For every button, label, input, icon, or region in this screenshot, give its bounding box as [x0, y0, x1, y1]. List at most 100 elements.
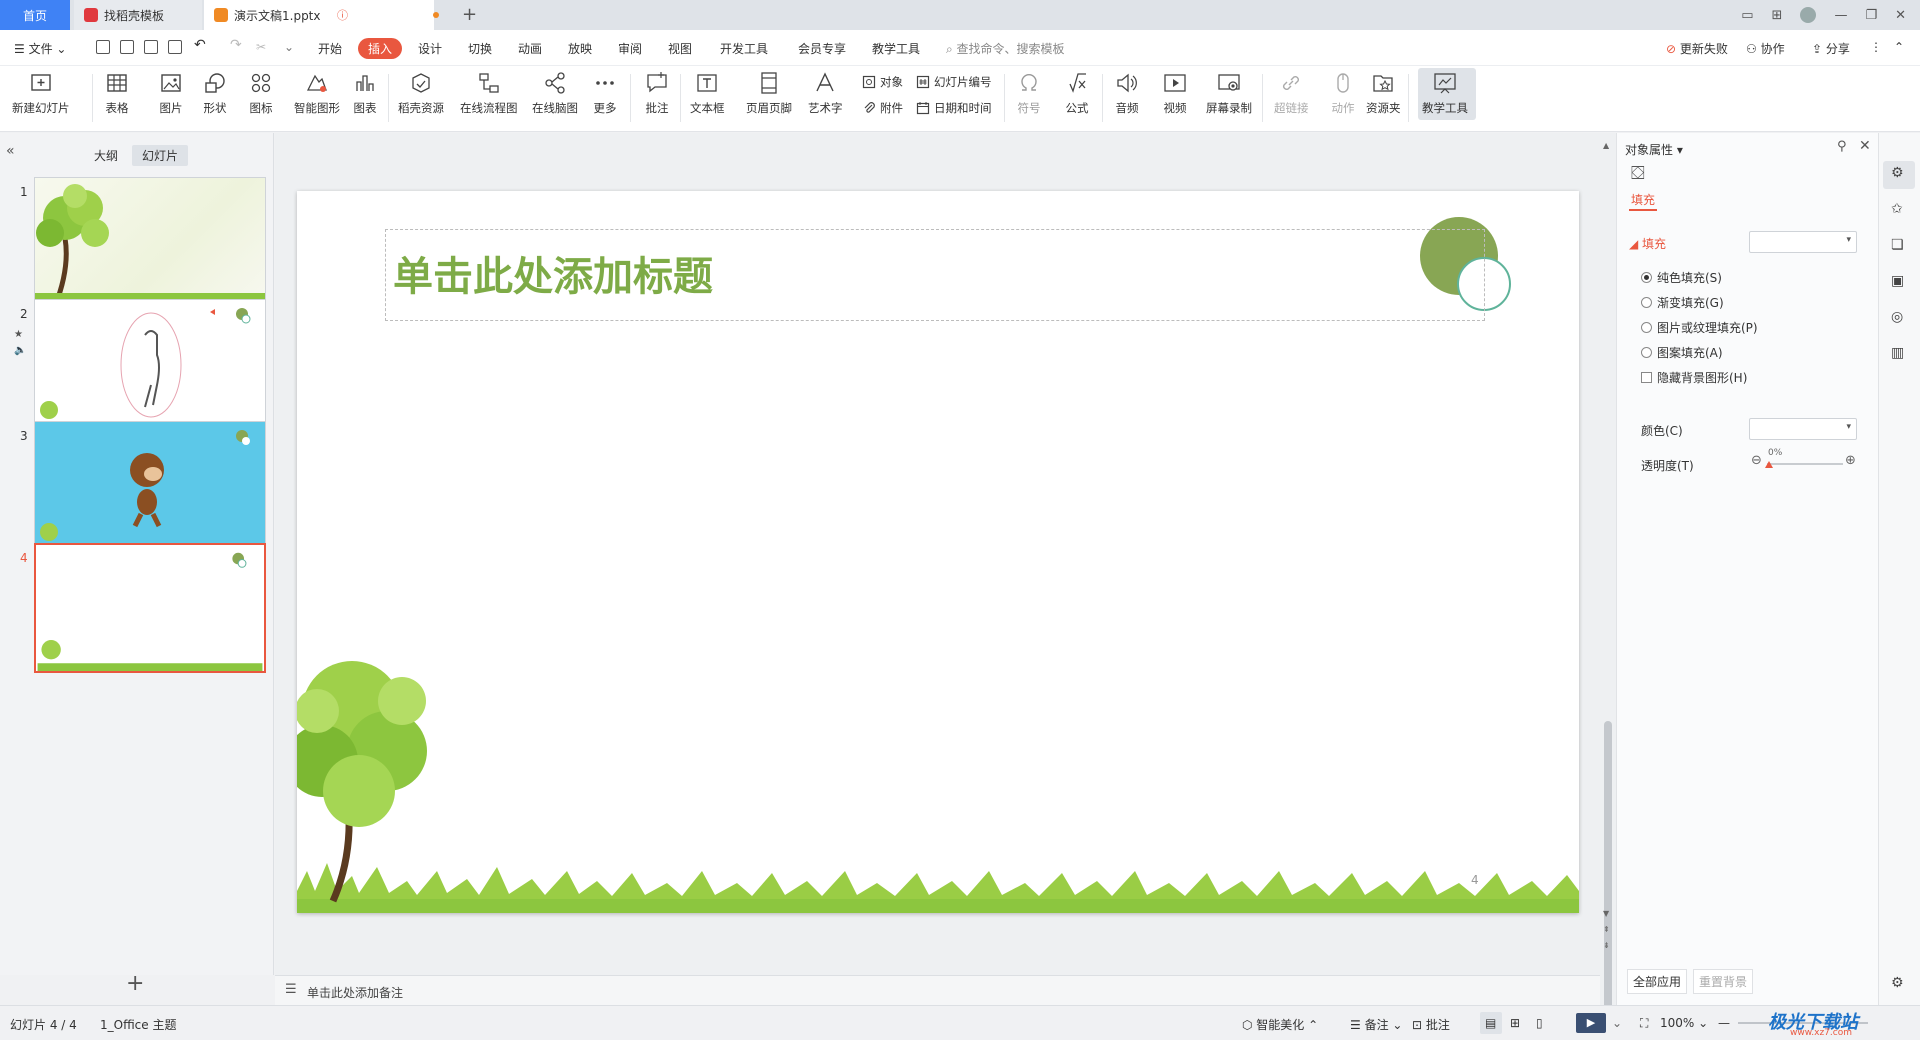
fill-type-dropdown[interactable]	[1749, 231, 1857, 253]
slide-thumbnail-4[interactable]	[34, 543, 266, 673]
vertical-scrollbar[interactable]: ▲ ▼ ⇞ ⇟	[1600, 133, 1616, 1013]
tab-document[interactable]: 演示文稿1.pptx ⓘ	[204, 0, 434, 30]
resource-folder-button[interactable]: 资源夹	[1366, 70, 1401, 116]
hyperlink-button[interactable]: 超链接	[1274, 70, 1309, 116]
transparency-slider[interactable]	[1767, 463, 1843, 465]
menu-member[interactable]: 会员专享	[798, 40, 846, 57]
slide-thumbnail-3[interactable]	[34, 421, 266, 551]
transition-icon[interactable]: ❏	[1891, 237, 1904, 253]
solid-fill-radio[interactable]: 纯色填充(S)	[1641, 269, 1722, 286]
picture-button[interactable]: 图片	[158, 70, 184, 116]
collapse-panel-icon[interactable]: «	[6, 143, 15, 159]
save-as-icon[interactable]	[120, 40, 134, 54]
book-icon[interactable]: ▥	[1891, 345, 1904, 361]
textbox-button[interactable]: 文本框	[690, 70, 725, 116]
menu-slideshow[interactable]: 放映	[568, 40, 592, 57]
fit-window-icon[interactable]: ⛶	[1640, 1016, 1648, 1031]
undo-icon[interactable]: ↶	[194, 37, 206, 53]
minimize-icon[interactable]: —	[1834, 8, 1847, 23]
menu-review[interactable]: 审阅	[618, 40, 642, 57]
apply-all-button[interactable]: 全部应用	[1627, 969, 1688, 994]
play-dropdown-icon[interactable]: ⌄	[1612, 1016, 1622, 1030]
tab-template[interactable]: 找稻壳模板	[74, 0, 202, 30]
menu-design[interactable]: 设计	[418, 40, 442, 57]
more-options-icon[interactable]: ⋮	[1870, 40, 1882, 54]
teaching-tools-button[interactable]: 教学工具	[1422, 70, 1468, 116]
hide-background-checkbox[interactable]: 隐藏背景图形(H)	[1641, 369, 1747, 386]
slide-number-button[interactable]: 幻灯片编号	[916, 74, 992, 90]
tab-outline[interactable]: 大纲	[84, 145, 128, 166]
attachment-button[interactable]: 附件	[862, 100, 903, 116]
next-slide-icon[interactable]: ⇟	[1603, 941, 1610, 950]
menu-developer[interactable]: 开发工具	[720, 40, 768, 57]
print-icon[interactable]	[144, 40, 158, 54]
color-dropdown[interactable]	[1749, 418, 1857, 440]
object-button[interactable]: 对象	[862, 74, 903, 90]
screen-record-button[interactable]: 屏幕录制	[1206, 70, 1252, 116]
pattern-fill-radio[interactable]: 图案填充(A)	[1641, 344, 1723, 361]
warning-icon[interactable]: ⓘ	[337, 7, 348, 23]
online-mindmap-button[interactable]: 在线脑图	[532, 70, 578, 116]
avatar[interactable]	[1800, 7, 1817, 23]
redo-icon[interactable]: ↷	[230, 37, 242, 53]
smart-graphic-button[interactable]: 智能图形	[294, 70, 340, 116]
docer-resource-button[interactable]: 稻壳资源	[398, 70, 444, 116]
comments-toggle-button[interactable]: ⊡ 批注	[1412, 1016, 1450, 1033]
add-slide-button[interactable]: +	[126, 971, 144, 996]
print-preview-icon[interactable]	[168, 40, 182, 54]
side-settings-icon[interactable]: ⚙	[1891, 975, 1904, 991]
fill-section-header[interactable]: ◢ 填充	[1629, 235, 1666, 252]
prev-slide-icon[interactable]: ⇞	[1603, 925, 1610, 934]
menu-teaching[interactable]: 教学工具	[872, 40, 920, 57]
slide-title[interactable]: 单击此处添加标题	[393, 244, 713, 302]
online-flowchart-button[interactable]: 在线流程图	[460, 70, 518, 116]
tab-home[interactable]: 首页	[0, 0, 70, 30]
close-icon[interactable]: ✕	[1895, 8, 1906, 23]
gradient-fill-radio[interactable]: 渐变填充(G)	[1641, 294, 1724, 311]
location-icon[interactable]: ◎	[1891, 309, 1903, 325]
slide-thumbnail-1[interactable]	[34, 177, 266, 307]
slide-thumbnail-2[interactable]	[34, 299, 266, 429]
chart-button[interactable]: 图表	[352, 70, 378, 116]
smart-beautify-button[interactable]: ⬡ 智能美化 ⌃	[1242, 1016, 1318, 1033]
new-slide-button[interactable]: 新建幻灯片	[12, 70, 70, 116]
reset-background-button[interactable]: 重置背景	[1693, 969, 1754, 994]
close-panel-icon[interactable]: ✕	[1859, 138, 1871, 154]
menu-animation[interactable]: 动画	[518, 40, 542, 57]
symbol-button[interactable]: 符号	[1016, 70, 1042, 116]
quick-access-dropdown-icon[interactable]: ⌄	[284, 40, 294, 54]
decrease-icon[interactable]: ⊖	[1751, 453, 1762, 468]
tab-slides[interactable]: 幻灯片	[132, 145, 189, 166]
save-icon[interactable]	[96, 40, 110, 54]
notes-pane[interactable]: ☰ 单击此处添加备注	[275, 975, 1600, 1005]
notes-toggle-button[interactable]: ☰ 备注 ⌄	[1350, 1016, 1402, 1033]
slider-handle[interactable]	[1765, 461, 1773, 468]
image-tool-icon[interactable]: ▣	[1891, 273, 1904, 289]
picture-fill-radio[interactable]: 图片或纹理填充(P)	[1641, 319, 1758, 336]
file-menu[interactable]: ☰ 文件 ⌄	[14, 40, 66, 57]
action-button[interactable]: 动作	[1330, 70, 1356, 116]
collaborate-button[interactable]: ⚇ 协作	[1746, 40, 1785, 57]
update-status[interactable]: ⊘ 更新失败	[1666, 40, 1728, 57]
menu-transition[interactable]: 切换	[468, 40, 492, 57]
grid-icon[interactable]: ⊞	[1772, 8, 1783, 23]
wordart-button[interactable]: 艺术字	[808, 70, 843, 116]
scroll-up-icon[interactable]: ▲	[1603, 141, 1609, 150]
restore-icon[interactable]: ❐	[1865, 8, 1877, 23]
reading-view-icon[interactable]: ▯	[1536, 1016, 1543, 1030]
theme-name[interactable]: 1_Office 主题	[100, 1016, 176, 1033]
audio-button[interactable]: 音频	[1114, 70, 1140, 116]
table-button[interactable]: 表格	[104, 70, 130, 116]
layout-icon[interactable]: ▭	[1741, 8, 1753, 23]
format-painter-icon[interactable]: ✂	[256, 40, 266, 54]
scroll-down-icon[interactable]: ▼	[1603, 909, 1609, 918]
fill-tab[interactable]: 填充	[1631, 191, 1655, 208]
zoom-dropdown[interactable]: 100% ⌄	[1660, 1016, 1708, 1030]
shape-button[interactable]: 形状	[202, 70, 228, 116]
slide-sorter-icon[interactable]: ⊞	[1510, 1016, 1520, 1030]
normal-view-icon[interactable]: ▤	[1485, 1016, 1496, 1030]
video-button[interactable]: 视频	[1162, 70, 1188, 116]
zoom-out-icon[interactable]: —	[1718, 1016, 1730, 1030]
command-search[interactable]: ⌕ 查找命令、搜索模板	[946, 40, 1065, 57]
menu-view[interactable]: 视图	[668, 40, 692, 57]
